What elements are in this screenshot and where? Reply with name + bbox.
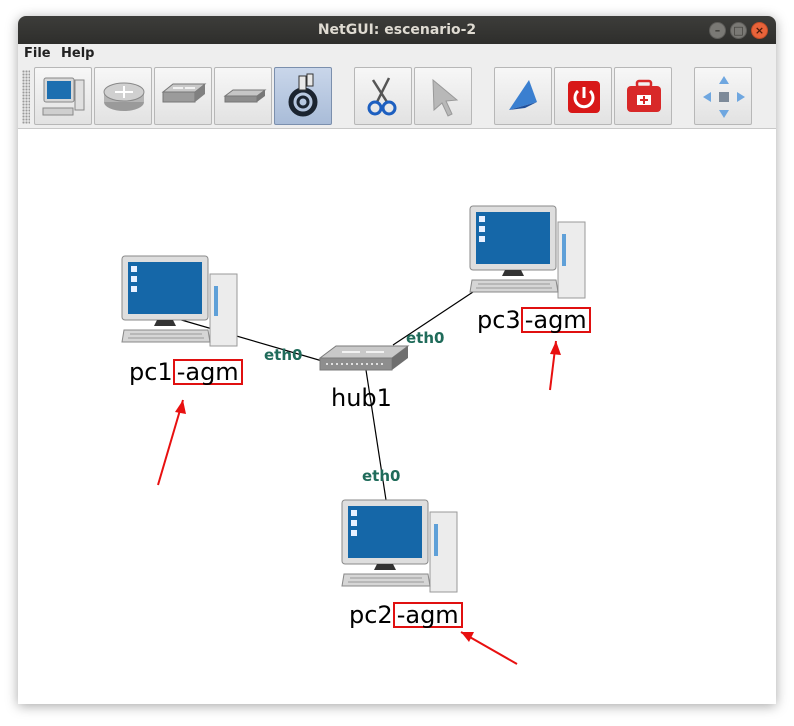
window-controls: – □ × bbox=[709, 22, 768, 39]
netgui-window: NetGUI: escenario-2 – □ × File Help pc1 … bbox=[18, 16, 776, 704]
pc3-label[interactable]: pc3 -agm bbox=[477, 306, 591, 334]
move-arrows-icon bbox=[703, 76, 745, 118]
pc2-eth0-label: eth0 bbox=[362, 467, 401, 485]
pc1-eth0-label: eth0 bbox=[264, 346, 303, 364]
pc3-node-icon bbox=[469, 205, 586, 299]
hub1-label[interactable]: hub1 bbox=[331, 384, 392, 412]
toolbar bbox=[18, 64, 776, 129]
scissors-icon bbox=[367, 77, 397, 116]
power-icon bbox=[568, 81, 600, 113]
pc3-suffix-highlight: -agm bbox=[520, 307, 591, 333]
computer-icon bbox=[42, 77, 85, 116]
start-icon bbox=[509, 80, 537, 110]
first-aid-icon bbox=[627, 79, 661, 112]
pointer-icon bbox=[432, 78, 459, 117]
minimize-button[interactable]: – bbox=[709, 22, 726, 39]
tool-kit-button[interactable] bbox=[614, 67, 672, 125]
minimize-icon: – bbox=[714, 24, 721, 37]
pc1-name: pc1 bbox=[129, 358, 173, 386]
maximize-button[interactable]: □ bbox=[730, 22, 747, 39]
menu-file[interactable]: File bbox=[24, 46, 51, 61]
switch-icon bbox=[161, 83, 207, 103]
close-icon: × bbox=[754, 24, 765, 37]
pc3-eth0-label: eth0 bbox=[406, 329, 445, 347]
hub1-node-icon bbox=[318, 345, 410, 371]
pc1-suffix-highlight: -agm bbox=[172, 359, 243, 385]
window-title: NetGUI: escenario-2 bbox=[317, 22, 477, 38]
cable-icon bbox=[288, 73, 318, 117]
pc3-name: pc3 bbox=[477, 306, 521, 334]
close-button[interactable]: × bbox=[751, 22, 768, 39]
menu-bar: File Help bbox=[18, 44, 776, 64]
network-canvas[interactable]: pc1 -agm pc3 -agm pc2 -agm hub1 eth0 eth0 e… bbox=[18, 130, 776, 704]
hub-icon bbox=[223, 89, 267, 103]
tool-stop-button[interactable] bbox=[554, 67, 612, 125]
pc2-suffix-highlight: -agm bbox=[392, 602, 463, 628]
pc2-node-icon bbox=[341, 499, 458, 593]
router-icon bbox=[103, 82, 145, 111]
tool-select-button[interactable] bbox=[414, 67, 472, 125]
pc1-node-icon bbox=[121, 255, 238, 347]
tool-link-button[interactable] bbox=[274, 67, 332, 125]
tool-hub-button[interactable] bbox=[214, 67, 272, 125]
tool-move-button[interactable] bbox=[694, 67, 752, 125]
toolbar-grip[interactable] bbox=[22, 70, 30, 124]
pc2-name: pc2 bbox=[349, 601, 393, 629]
title-bar[interactable]: NetGUI: escenario-2 – □ × bbox=[18, 16, 776, 44]
tool-switch-button[interactable] bbox=[154, 67, 212, 125]
maximize-icon: □ bbox=[733, 24, 744, 37]
tool-cut-button[interactable] bbox=[354, 67, 412, 125]
tool-router-button[interactable] bbox=[94, 67, 152, 125]
tool-terminal-button[interactable] bbox=[34, 67, 92, 125]
menu-help[interactable]: Help bbox=[61, 46, 94, 61]
pc1-label[interactable]: pc1 -agm bbox=[129, 358, 243, 386]
tool-start-button[interactable] bbox=[494, 67, 552, 125]
pc2-label[interactable]: pc2 -agm bbox=[349, 601, 463, 629]
